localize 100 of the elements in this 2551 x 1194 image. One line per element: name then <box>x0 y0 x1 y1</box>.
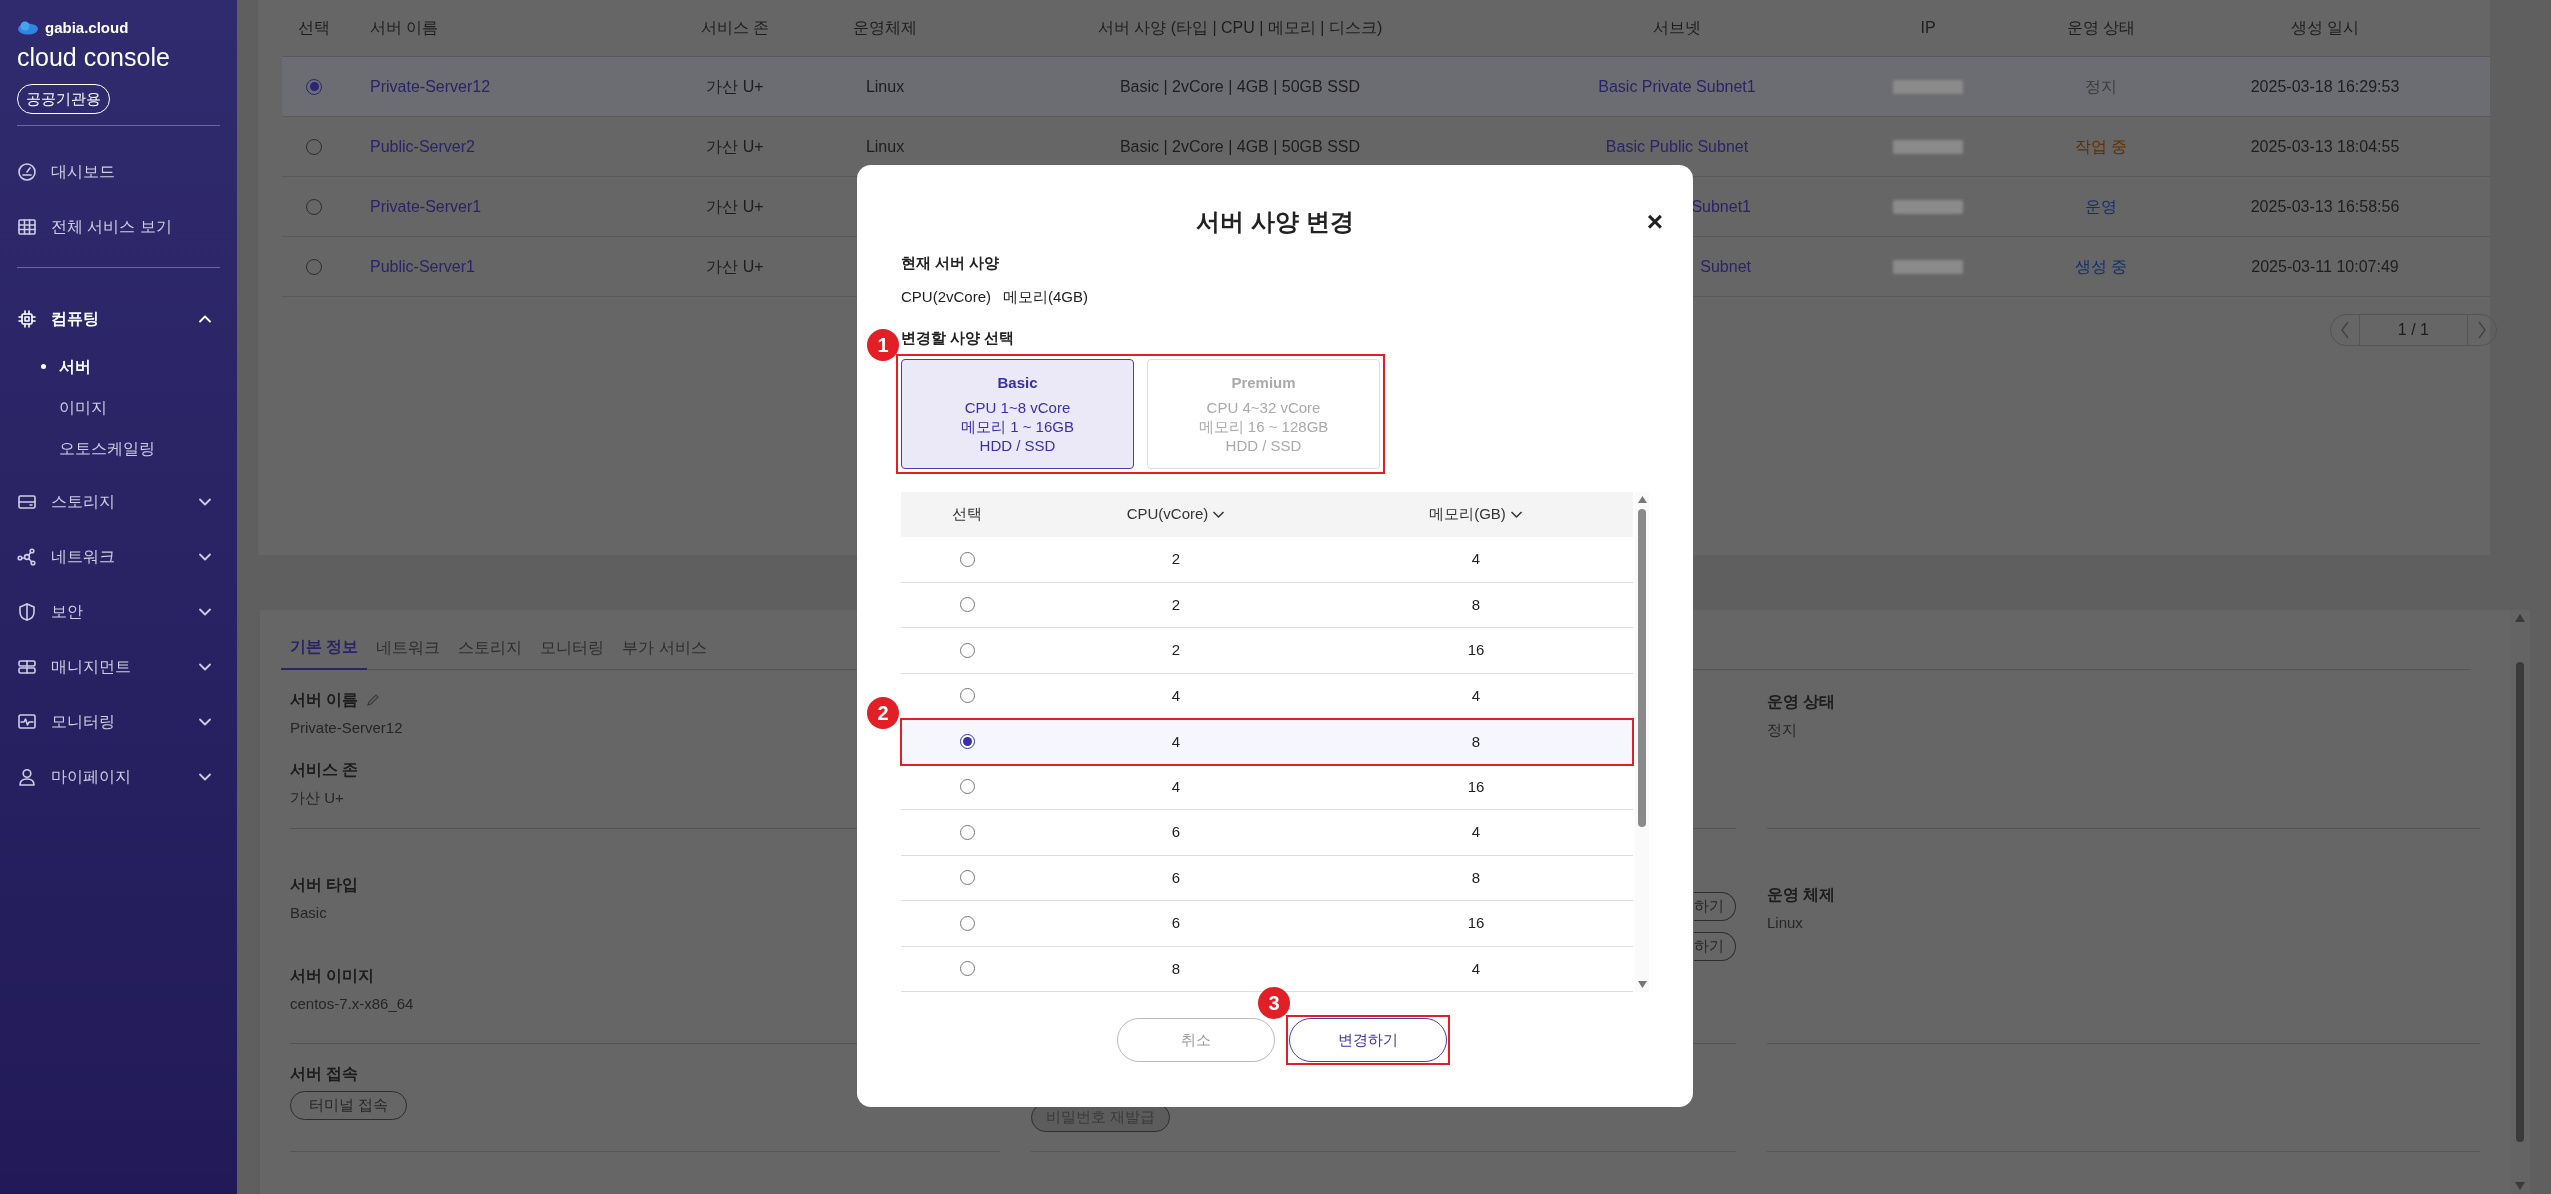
radio-button[interactable] <box>959 870 975 886</box>
sidebar-item[interactable]: 대시보드 <box>17 144 220 199</box>
server-name-link[interactable]: Public-Server1 <box>370 257 475 275</box>
table-cell: 2 <box>1171 641 1181 658</box>
field-label: 서버 타입 <box>290 875 359 895</box>
field-label: 운영 상태 <box>1767 692 1836 712</box>
table-cell: 4 <box>1471 686 1481 704</box>
sidebar-item[interactable]: 매니지먼트 <box>17 654 198 679</box>
server-name-link[interactable]: Private-Server1 <box>370 197 482 215</box>
field-value: Basic <box>290 903 327 923</box>
column-header: 운영체제 <box>852 18 918 38</box>
plan-card[interactable]: Basic CPU 1~8 vCore 메모리 1 ~ 16GB HDD / SSD <box>901 359 1134 469</box>
field-value: Private-Server12 <box>290 718 403 738</box>
scrollbar[interactable] <box>2510 610 2530 1194</box>
subnet-link[interactable]: Subnet1 <box>1691 197 1751 215</box>
tab[interactable]: 기본 정보 <box>281 626 368 670</box>
cancel-button[interactable]: 취소 <box>1116 1018 1275 1062</box>
brand-name: gabia.cloud <box>45 18 129 38</box>
table-cell: 4 <box>1171 686 1181 704</box>
sidebar-subitem[interactable]: 서버 <box>17 346 220 387</box>
server-name-link[interactable]: Private-Server12 <box>370 77 491 95</box>
network-icon <box>17 546 37 567</box>
tab[interactable]: 부가 서비스 <box>613 626 716 670</box>
section-label: 현재 서버 사양 <box>901 253 1001 273</box>
column-header[interactable]: 메모리(GB) <box>1429 503 1523 526</box>
table-cell: 4 <box>1471 550 1481 567</box>
column-header: 선택 <box>952 504 982 525</box>
scrollbar[interactable] <box>1635 492 1649 992</box>
table-cell: 2025-03-11 10:07:49 <box>2251 257 2399 275</box>
table-cell: 8 <box>1471 868 1481 886</box>
radio-button[interactable] <box>959 551 975 567</box>
current-spec-value: 메모리(4GB) <box>1003 287 1089 307</box>
table-cell: 4 <box>1171 732 1181 750</box>
subnet-link[interactable]: Basic Public Subnet <box>1605 137 1749 155</box>
scroll-up-arrow-icon[interactable] <box>1637 496 1647 503</box>
table-cell: 2 <box>1171 595 1181 613</box>
status-text: 작업 중 <box>2074 137 2128 155</box>
field-value: 가산 U+ <box>290 788 344 808</box>
sidebar-item[interactable]: 컴퓨팅 <box>17 306 198 331</box>
column-header[interactable]: CPU(vCore) <box>1126 503 1226 526</box>
column-header: 선택 <box>297 18 331 38</box>
gauge-icon <box>17 161 37 182</box>
table-cell: 2025-03-13 16:58:56 <box>2250 197 2400 215</box>
table-cell: 8 <box>1471 595 1481 613</box>
next-page-icon <box>2478 321 2486 339</box>
column-header: 서버 이름 <box>369 18 440 38</box>
radio-button[interactable] <box>959 688 975 704</box>
previous-page-icon <box>2340 321 2349 339</box>
sidebar-item[interactable]: 마이페이지 <box>17 764 198 789</box>
table-cell: 6 <box>1171 868 1181 886</box>
column-header: 서브넷 <box>1652 18 1702 38</box>
subnet-link[interactable]: Subnet <box>1700 257 1751 275</box>
field-value: Linux <box>1767 913 1803 933</box>
table-cell: Basic | 2vCore | 4GB | 50GB SSD <box>1119 77 1361 95</box>
sidebar-item[interactable]: 스토리지 <box>17 489 198 514</box>
sidebar-item[interactable]: 보안 <box>17 599 198 624</box>
radio-button[interactable] <box>959 824 975 840</box>
person-icon <box>17 766 37 787</box>
tab[interactable]: 스토리지 <box>449 626 532 670</box>
scroll-down-arrow-icon[interactable] <box>2515 1182 2525 1190</box>
subnet-link[interactable]: Basic Private Subnet1 <box>1598 77 1756 95</box>
sidebar-item[interactable]: 전체 서비스 보기 <box>17 199 220 254</box>
blurred-text <box>1893 259 1963 274</box>
radio-button[interactable] <box>959 779 975 795</box>
column-header: 생성 일시 <box>2289 18 2361 38</box>
confirm-button[interactable]: 변경하기 <box>1288 1018 1447 1062</box>
field-label: 서버 이미지 <box>290 966 375 986</box>
sidebar-item[interactable]: 네트워크 <box>17 544 198 569</box>
plan-card[interactable]: Premium CPU 4~32 vCore 메모리 16 ~ 128GB HDD / SSD <box>1147 359 1380 469</box>
server-name-link[interactable]: Public-Server2 <box>370 137 475 155</box>
column-header: IP <box>1919 18 1937 38</box>
table-cell: 가산 U+ <box>706 77 764 95</box>
table-cell: 2 <box>1171 550 1181 567</box>
table-cell: 16 <box>1467 777 1485 795</box>
radio-button[interactable] <box>959 734 975 750</box>
field-label: 서비스 존 <box>290 760 359 780</box>
table-cell: Basic | 2vCore | 4GB | 50GB SSD <box>1119 137 1361 155</box>
tab[interactable]: 모니터링 <box>531 626 614 670</box>
close-button[interactable]: × <box>1646 206 1663 238</box>
sidebar-subitem[interactable]: 이미지 <box>17 387 220 428</box>
table-cell: 4 <box>1471 823 1481 840</box>
table-cell: 16 <box>1467 641 1485 658</box>
radio-button[interactable] <box>959 642 975 658</box>
blurred-text <box>1893 139 1963 154</box>
grid-icon <box>17 216 37 237</box>
column-header: 서비스 존 <box>699 18 771 38</box>
radio-button[interactable] <box>959 961 975 977</box>
status-text: 생성 중 <box>2074 257 2128 275</box>
chip-icon <box>17 308 37 329</box>
tab[interactable]: 네트워크 <box>367 626 450 670</box>
scroll-up-arrow-icon[interactable] <box>2515 614 2525 622</box>
shield-icon <box>17 601 37 622</box>
step-badge: 2 <box>867 697 899 729</box>
table-cell: 6 <box>1171 823 1181 840</box>
sidebar-item[interactable]: 모니터링 <box>17 709 198 734</box>
table-cell: 4 <box>1471 959 1481 977</box>
scroll-down-arrow-icon[interactable] <box>1637 981 1647 988</box>
radio-button[interactable] <box>959 597 975 613</box>
radio-button[interactable] <box>959 915 975 931</box>
sidebar-subitem[interactable]: 오토스케일링 <box>17 428 220 469</box>
